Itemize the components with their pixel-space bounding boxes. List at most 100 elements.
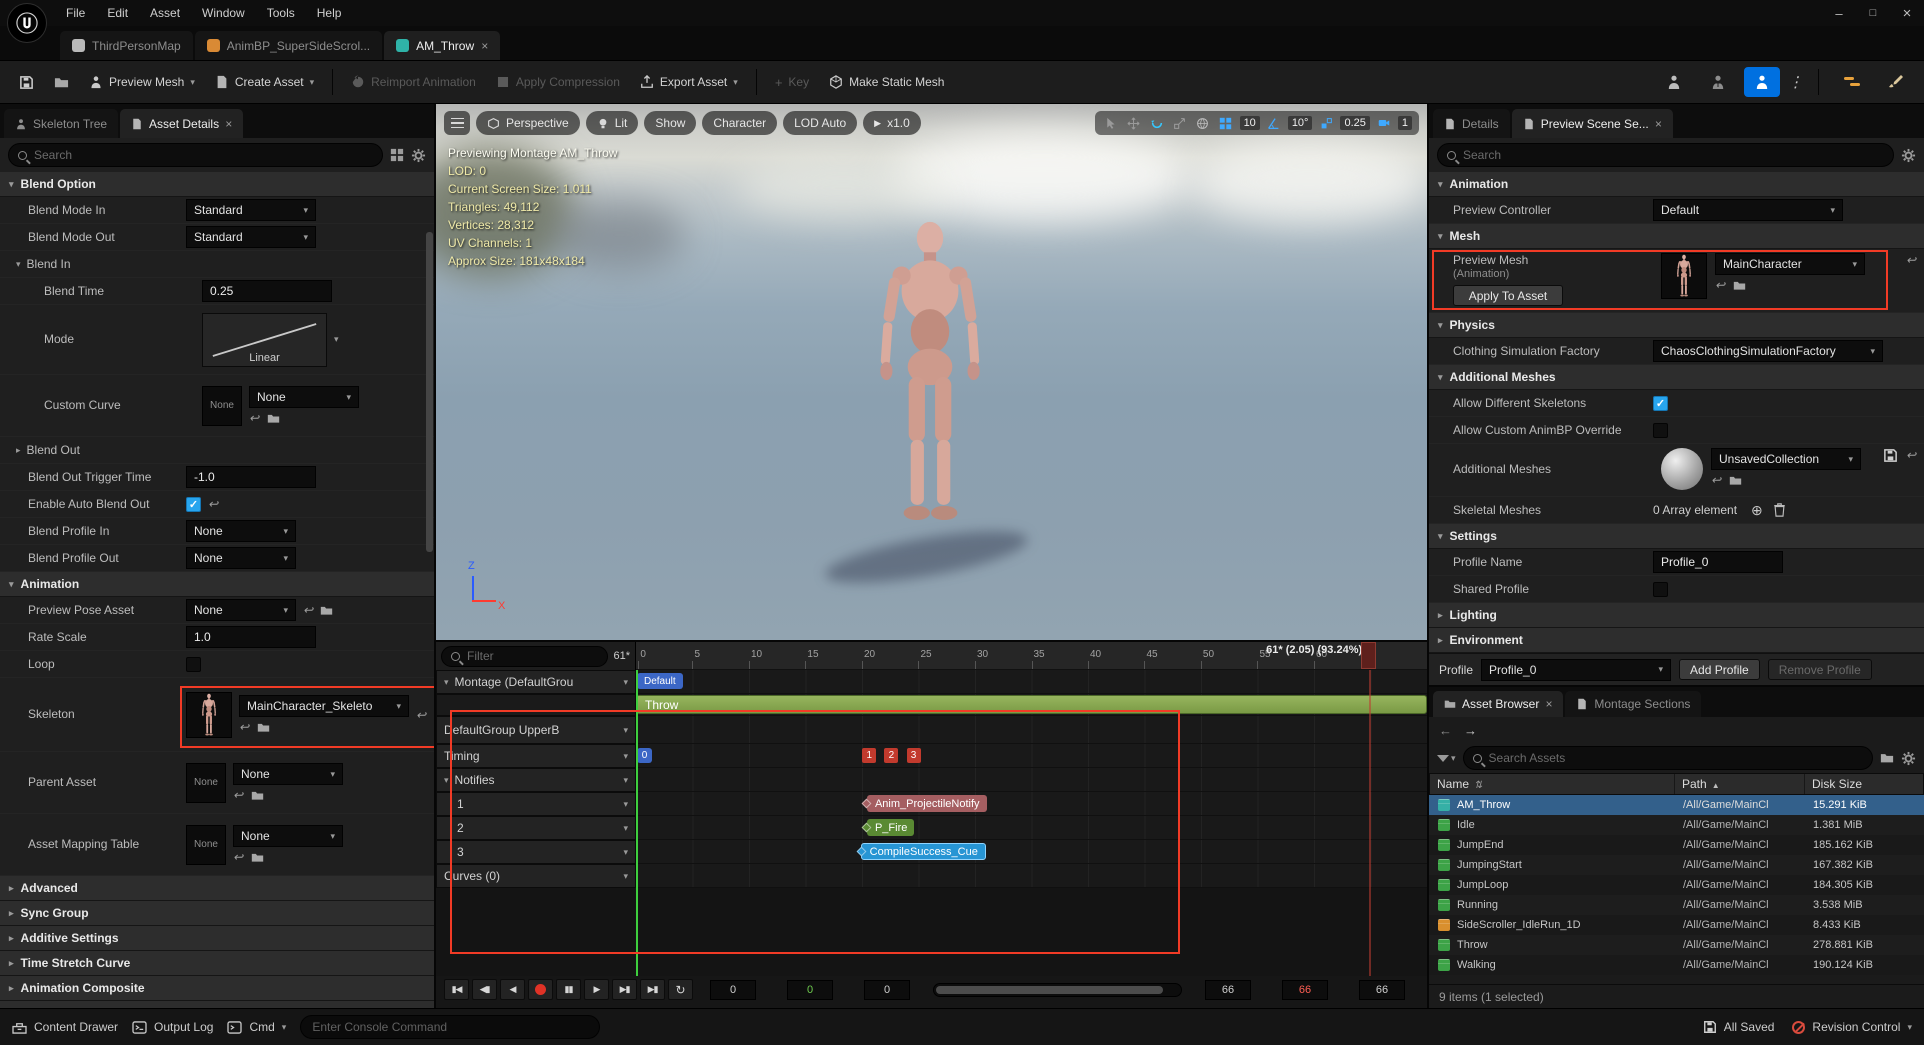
delete-array-icon[interactable] [1773,503,1786,517]
minimize-button[interactable] [1822,0,1856,26]
reset-to-default-icon[interactable] [1906,448,1916,490]
section-sync-group[interactable]: Sync Group [0,901,434,926]
camera-speed-icon[interactable] [1375,114,1393,132]
rotate-tool-icon[interactable] [1148,114,1166,132]
use-selected-icon[interactable] [303,603,313,617]
blend-profile-out-dropdown[interactable]: None [186,547,296,569]
back-arrow-icon[interactable] [1439,723,1452,738]
default-slot-chip[interactable]: Default [637,673,683,689]
shared-profile-checkbox[interactable] [1653,581,1668,597]
select-tool-icon[interactable] [1102,114,1120,132]
section-physics[interactable]: Physics [1429,313,1924,338]
curves-track[interactable] [636,864,1427,888]
anim-projectile-notify-chip[interactable]: Anim_ProjectileNotify [861,795,987,812]
use-selected-icon[interactable] [1711,473,1721,487]
tab-preview-scene-settings[interactable]: Preview Scene Se... [1511,109,1673,138]
all-saved-button[interactable]: All Saved [1703,1020,1774,1034]
show-dropdown[interactable]: Show [644,111,697,135]
apply-compression-button[interactable]: Apply Compression [487,69,629,95]
compile-success-cue-chip[interactable]: CompileSuccess_Cue [856,843,986,860]
tab-asset-browser[interactable]: Asset Browser [1433,691,1564,717]
notify-track-1[interactable]: Anim_ProjectileNotify [636,792,1427,816]
browse-to-asset-icon[interactable] [267,412,280,425]
column-view-icon[interactable] [390,148,404,162]
reset-to-default-icon[interactable] [208,497,218,511]
range-start-value[interactable]: 0 [710,979,756,1000]
close-tab-icon[interactable] [1545,697,1552,711]
more-options-icon[interactable] [1788,73,1803,91]
timing-marker-3[interactable]: 3 [906,748,921,763]
notify-track-1-dropdown[interactable]: 1 [436,792,636,816]
clothing-factory-dropdown[interactable]: ChaosClothingSimulationFactory [1653,340,1883,362]
curves-dropdown[interactable]: Curves (0) [436,864,636,888]
asset-row[interactable]: Throw/All/Game/MainCl 278.881 KiB [1429,935,1924,955]
step-backward-button[interactable] [472,979,497,1000]
range-end-value[interactable]: 66 [1359,979,1405,1000]
parent-asset-thumbnail[interactable]: None [186,762,226,803]
scrollbar-thumb[interactable] [936,985,1164,994]
blend-curve-preview[interactable]: Linear [202,312,327,367]
console-command-box[interactable] [300,1015,601,1039]
timing-origin-marker[interactable]: 0 [637,748,652,763]
timing-marker-2[interactable]: 2 [884,748,899,763]
asset-row[interactable]: Idle/All/Game/MainCl 1.381 MiB [1429,815,1924,835]
grid-snap-value[interactable]: 10 [1239,116,1260,130]
save-collection-icon[interactable] [1883,448,1898,463]
close-button[interactable] [1890,0,1924,26]
section-mesh[interactable]: Mesh [1429,224,1924,249]
reimport-animation-button[interactable]: Reimport Animation [342,69,485,95]
timeline-horizontal-scrollbar[interactable] [933,982,1182,997]
scale-snap-value[interactable]: 0.25 [1340,116,1370,130]
section-lighting[interactable]: Lighting [1429,603,1924,628]
current-frame-value[interactable]: 0 [787,979,833,1000]
preview-mesh-thumbnail[interactable] [1661,253,1707,299]
asset-mapping-thumbnail[interactable]: None [186,824,226,865]
search-box[interactable] [1437,143,1894,167]
browse-to-asset-icon[interactable] [257,721,270,734]
additional-meshes-dropdown[interactable]: UnsavedCollection [1711,448,1861,470]
add-array-element-icon[interactable] [1751,502,1763,519]
montage-slot-dropdown[interactable]: Montage (DefaultGrou [436,670,636,694]
group-dropdown[interactable]: DefaultGroup UpperB [436,716,636,744]
add-key-button[interactable]: Key [766,69,818,96]
gear-icon[interactable] [1901,147,1916,163]
perspective-dropdown[interactable]: Perspective [476,111,580,135]
allow-custom-animbp-checkbox[interactable] [1653,422,1668,438]
range-end-highlight-value[interactable]: 66 [1282,979,1328,1000]
menu-asset[interactable]: Asset [140,2,190,24]
slot-track[interactable]: Default [636,670,1427,694]
world-coordinate-icon[interactable] [1194,114,1212,132]
create-asset-dropdown[interactable]: Create Asset [206,69,323,95]
camera-speed-value[interactable]: 1 [1397,116,1412,130]
pause-button[interactable] [556,979,581,1000]
search-box[interactable] [8,143,383,167]
scale-snap-icon[interactable] [1317,114,1335,132]
close-tab-icon[interactable] [225,117,232,131]
scale-tool-icon[interactable] [1171,114,1189,132]
close-tab-icon[interactable] [1655,117,1662,131]
notify-track-3[interactable]: CompileSuccess_Cue [636,840,1427,864]
column-disk-size-header[interactable]: Disk Size [1805,774,1923,794]
apply-to-asset-button[interactable]: Apply To Asset [1453,285,1563,306]
segment-track[interactable]: Throw [636,694,1427,716]
move-tool-icon[interactable] [1125,114,1143,132]
gear-icon[interactable] [411,147,426,163]
reset-to-default-icon[interactable] [416,708,426,722]
skeleton-dropdown[interactable]: MainCharacter_Skeleto [239,695,409,717]
filter-box[interactable] [441,645,609,667]
forward-arrow-icon[interactable] [1464,723,1477,738]
timing-marker-1[interactable]: 1 [862,748,877,763]
save-button[interactable] [10,69,43,96]
search-input[interactable] [1463,148,1884,162]
notify-track-2[interactable]: P_Fire [636,816,1427,840]
playback-speed-dropdown[interactable]: ▶ x1.0 [863,111,921,135]
browse-to-asset-icon[interactable] [251,851,264,864]
maximize-button[interactable] [1856,0,1890,26]
character-options-icon-button[interactable] [1656,67,1692,97]
rotation-snap-icon[interactable] [1265,114,1283,132]
cmd-dropdown[interactable]: Cmd [227,1020,286,1034]
profile-dropdown[interactable]: Profile_0 [1481,658,1672,681]
search-assets-box[interactable] [1462,746,1873,770]
blueprint-debug-icon-button[interactable] [1834,67,1870,97]
unreal-engine-logo-icon[interactable] [7,3,47,43]
